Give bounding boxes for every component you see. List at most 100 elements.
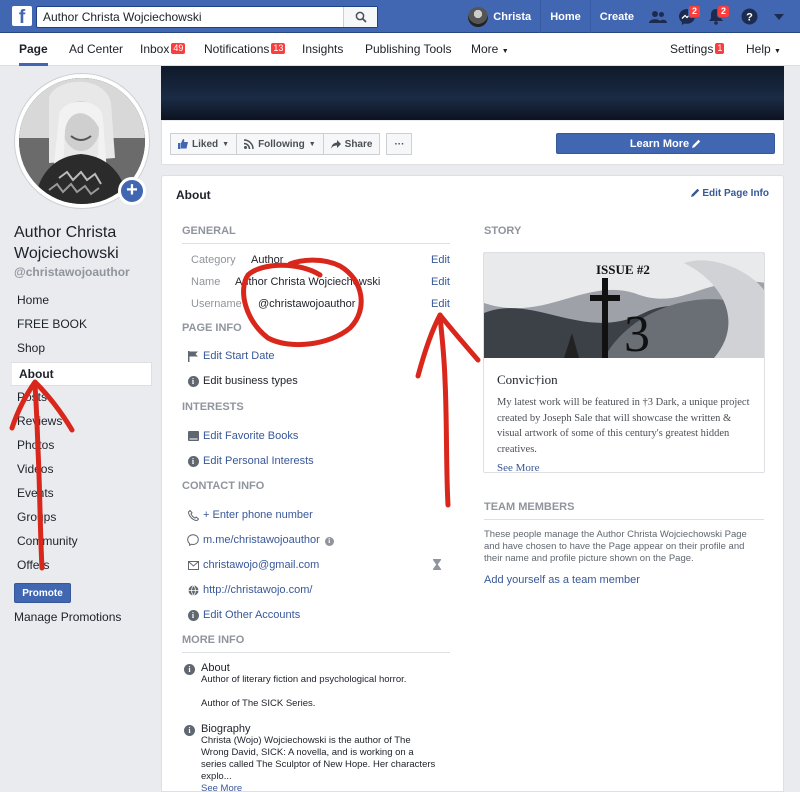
sidebar-item-shop[interactable]: Shop	[10, 337, 152, 361]
caret-down-icon: ▼	[308, 140, 316, 148]
business-types-row: i Edit business types	[184, 372, 452, 390]
friend-requests-button[interactable]	[644, 0, 671, 33]
tab-inbox[interactable]: Inbox 49	[140, 33, 186, 66]
svg-text:?: ?	[746, 12, 753, 24]
action-bar: Liked ▼ Following ▼ Share ··· Learn More	[161, 121, 784, 165]
account-menu-button[interactable]	[765, 0, 792, 33]
share-button[interactable]: Share	[323, 133, 381, 155]
add-team-member-link[interactable]: Add yourself as a team member	[484, 574, 640, 586]
home-link[interactable]: Home	[541, 0, 591, 33]
about-info-text-2: Author of The SICK Series.	[201, 698, 316, 709]
section-general-heading: GENERAL	[182, 225, 236, 237]
messenger-link[interactable]: m.me/christawojoauthor	[203, 534, 320, 546]
plus-icon: +	[126, 179, 138, 201]
team-members-heading: TEAM MEMBERS	[484, 501, 575, 513]
team-members-text: These people manage the Author Christa W…	[484, 529, 747, 564]
tab-publishing-tools[interactable]: Publishing Tools	[365, 33, 452, 66]
notifications-button[interactable]: 2	[702, 0, 731, 33]
tab-page[interactable]: Page	[19, 33, 48, 66]
tab-settings-label: Settings	[670, 42, 714, 56]
info-icon: i	[184, 664, 196, 676]
about-info-heading: About	[201, 662, 230, 674]
category-row: Category Author Edit	[182, 251, 450, 269]
phone-row: + Enter phone number	[184, 506, 452, 524]
story-see-more-link[interactable]: See More	[497, 462, 539, 472]
sidebar-item-videos[interactable]: Videos	[10, 458, 152, 482]
notifications-count-badge: 13	[271, 43, 286, 54]
profile-link[interactable]: Christa	[459, 0, 542, 33]
globe-icon	[184, 583, 202, 597]
learn-more-label: Learn More	[629, 138, 690, 150]
following-button[interactable]: Following ▼	[237, 133, 324, 155]
help-button[interactable]: ?	[736, 0, 763, 33]
sidebar-item-about[interactable]: About	[10, 362, 152, 386]
sidebar-item-offers[interactable]: Offers	[10, 554, 152, 578]
about-info-text: Author of literary fiction and psycholog…	[201, 674, 407, 685]
tab-settings[interactable]: Settings 1	[670, 33, 725, 66]
story-card[interactable]: 3 ISSUE #2 Convic†ion My latest work wil…	[483, 252, 765, 473]
email-link[interactable]: christawojo@gmail.com	[203, 559, 319, 571]
biography-text: Christa (Wojo) Wojciechowski is the auth…	[201, 735, 436, 782]
phone-icon	[184, 508, 202, 522]
cover-photo[interactable]	[161, 66, 784, 120]
edit-category-link[interactable]: Edit	[431, 254, 450, 266]
story-title: Convic†ion	[497, 372, 558, 387]
sidebar-item-groups[interactable]: Groups	[10, 506, 152, 530]
see-more-link[interactable]: See More	[201, 783, 454, 792]
create-link[interactable]: Create	[591, 0, 643, 33]
info-icon: i	[184, 454, 202, 468]
messages-button[interactable]: 2	[673, 0, 702, 33]
tab-help[interactable]: Help ▼	[746, 33, 781, 66]
website-link[interactable]: http://christawojo.com/	[203, 584, 312, 596]
edit-name-link[interactable]: Edit	[431, 276, 450, 288]
page-handle[interactable]: @christawojoauthor	[14, 265, 130, 279]
sidebar-item-events[interactable]: Events	[10, 482, 152, 506]
edit-page-info-link[interactable]: Edit Page Info	[690, 188, 769, 199]
edit-personal-interests-link[interactable]: Edit Personal Interests	[203, 455, 314, 467]
sidebar-item-photos[interactable]: Photos	[10, 434, 152, 458]
messenger-icon	[184, 533, 202, 547]
manage-promotions-link[interactable]: Manage Promotions	[14, 610, 121, 624]
sidebar-item-free-book[interactable]: FREE BOOK	[10, 313, 152, 337]
sidebar-item-home[interactable]: Home	[10, 289, 152, 313]
name-label: Name	[191, 276, 221, 288]
following-label: Following	[258, 138, 305, 150]
add-photo-button[interactable]: +	[118, 177, 146, 205]
more-options-button[interactable]: ···	[386, 133, 413, 155]
edit-other-accounts-link[interactable]: Edit Other Accounts	[203, 609, 300, 621]
about-card: About Edit Page Info GENERAL Category Au…	[161, 175, 784, 792]
tab-ad-center[interactable]: Ad Center	[69, 33, 123, 66]
sidebar-item-reviews[interactable]: Reviews	[10, 410, 152, 434]
thumbs-up-icon	[178, 139, 188, 149]
story-heading: STORY	[484, 225, 522, 237]
sidebar-item-posts[interactable]: Posts	[10, 386, 152, 410]
story-image-issue-text: ISSUE #2	[596, 262, 650, 277]
search-button[interactable]	[343, 7, 377, 27]
edit-favorite-books-link[interactable]: Edit Favorite Books	[203, 430, 298, 442]
divider	[182, 243, 450, 244]
section-page-info-heading: PAGE INFO	[182, 322, 242, 334]
edit-start-date-link[interactable]: Edit Start Date	[203, 350, 275, 362]
facebook-logo-icon[interactable]: f	[12, 6, 32, 26]
tab-notifications[interactable]: Notifications 13	[204, 33, 286, 66]
search-input[interactable]	[37, 7, 337, 27]
profile-name: Christa	[493, 10, 532, 23]
sidebar-item-community[interactable]: Community	[10, 530, 152, 554]
edit-username-link[interactable]: Edit	[431, 298, 450, 310]
tab-insights[interactable]: Insights	[302, 33, 343, 66]
learn-more-button[interactable]: Learn More	[556, 133, 775, 154]
name-row: Name Author Christa Wojciechowski Edit	[182, 273, 450, 291]
hourglass-icon	[433, 559, 441, 573]
tab-more[interactable]: More ▼	[471, 33, 509, 66]
promote-button[interactable]: Promote	[14, 583, 71, 603]
about-info-block: i About Author of literary fiction and p…	[184, 662, 454, 710]
enter-phone-link[interactable]: + Enter phone number	[203, 509, 313, 521]
edit-business-types-link[interactable]: Edit business types	[203, 375, 298, 387]
username-label: Username	[191, 298, 242, 310]
email-icon	[184, 558, 202, 572]
biography-heading: Biography	[201, 723, 251, 735]
info-icon: i	[184, 725, 196, 737]
caret-down-icon: ▼	[501, 48, 509, 55]
tab-more-label: More	[471, 42, 499, 56]
liked-button[interactable]: Liked ▼	[170, 133, 238, 155]
